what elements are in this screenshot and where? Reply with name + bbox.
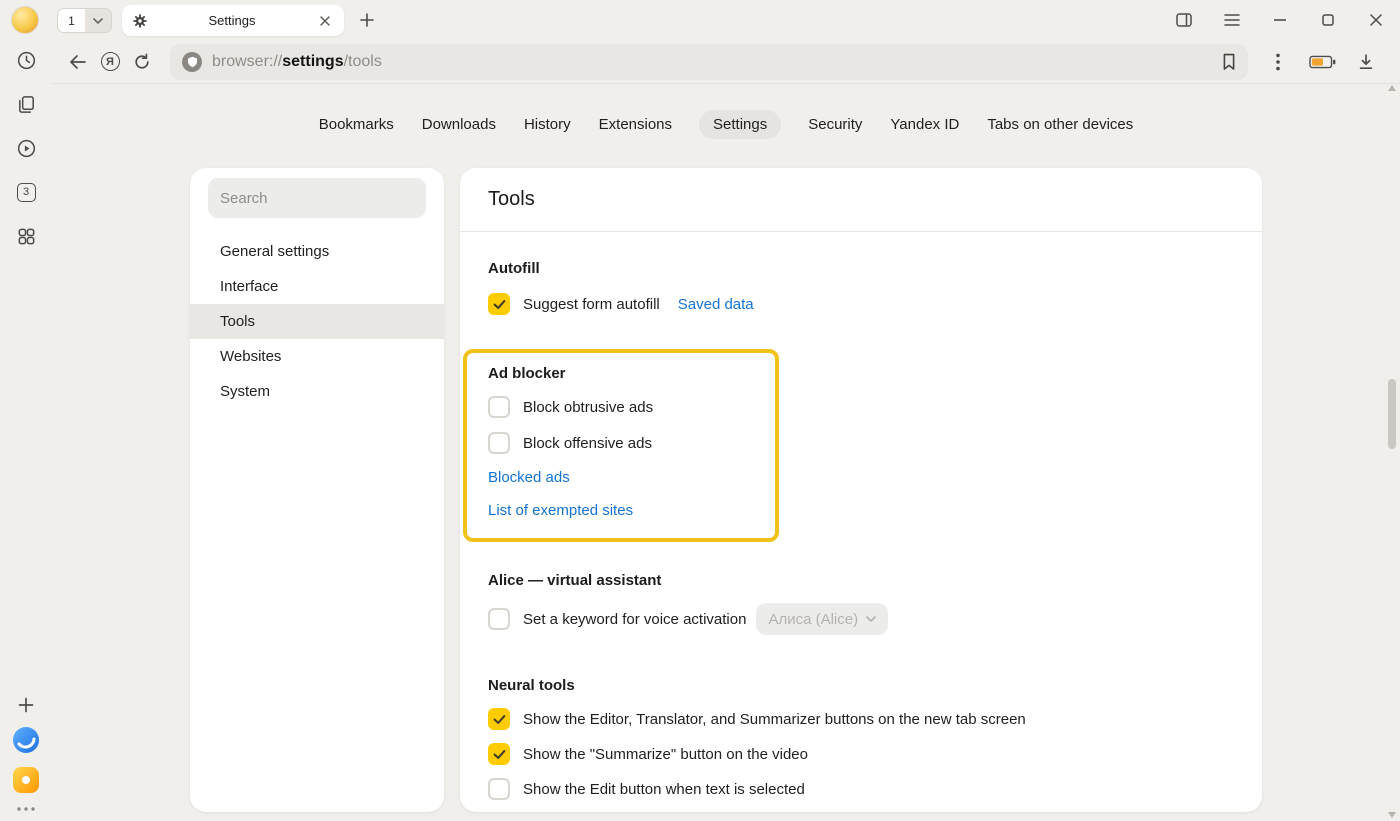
chevron-down-icon[interactable] [85,9,111,32]
new-tab-button[interactable] [356,9,378,31]
menu-item-websites[interactable]: Websites [190,339,444,374]
bookmark-icon[interactable] [1222,53,1236,71]
add-panel-icon[interactable] [18,697,34,713]
scrollbar [1387,85,1397,818]
neural-tools-heading: Neural tools [488,677,1234,694]
url-scheme: browser:// [212,53,282,70]
tab-title: Settings [148,13,316,28]
ad-blocker-row: Block obtrusive ads [488,396,755,418]
alice-avatar-icon[interactable] [11,6,39,34]
nav-bookmarks[interactable]: Bookmarks [318,110,395,139]
exempted-sites-link[interactable]: List of exempted sites [488,502,633,519]
browser-window: 1 Settings [0,0,1400,821]
checkbox-label: Block obtrusive ads [523,399,653,416]
checkbox-label: Show the "Summarize" button on the video [523,746,808,763]
titlebar: 1 Settings [0,0,1400,40]
settings-search[interactable] [208,178,426,218]
neural-row: Show the "Summarize" button on the video [488,743,1234,765]
tab-group-count[interactable]: 1 [58,9,85,32]
history-clock-icon[interactable] [12,48,40,72]
scroll-down-arrow[interactable] [1388,812,1396,818]
toolbar-right [1256,44,1388,80]
nav-downloads[interactable]: Downloads [421,110,497,139]
checkbox-summarize-video[interactable] [488,743,510,765]
battery-icon[interactable] [1300,44,1344,80]
nav-security[interactable]: Security [807,110,863,139]
alice-heading: Alice — virtual assistant [488,572,1234,589]
highlight-box: Ad blocker Block obtrusive ads Block off… [463,349,779,542]
menu-item-system[interactable]: System [190,374,444,409]
nav-history[interactable]: History [523,110,572,139]
protect-shield-icon[interactable] [182,52,202,72]
chevron-down-icon [866,616,876,622]
menu-item-tools[interactable]: Tools [190,304,444,339]
nav-tabs-other-devices[interactable]: Tabs on other devices [986,110,1134,139]
alice-keyword-dropdown[interactable]: Алиса (Alice) [756,603,888,635]
checkbox-label: Show the Edit button when text is select… [523,781,805,798]
side-panel-icon[interactable] [1160,0,1208,40]
autofill-heading: Autofill [488,260,1234,277]
autofill-row: Suggest form autofill Saved data [488,293,1234,315]
checkbox-suggest-form-autofill[interactable] [488,293,510,315]
blocked-ads-link[interactable]: Blocked ads [488,469,570,486]
menu-item-interface[interactable]: Interface [190,269,444,304]
checkbox-label: Set a keyword for voice activation [523,611,746,628]
neural-row: Show the Editor, Translator, and Summari… [488,708,1234,730]
url-path: /tools [344,53,382,70]
scroll-up-arrow[interactable] [1388,85,1396,91]
search-input[interactable] [220,190,414,207]
saved-data-link[interactable]: Saved data [678,296,754,313]
settings-content: Tools Autofill Suggest form autofill Sav… [460,168,1262,812]
neural-row: Show the Edit button when text is select… [488,778,1234,800]
yandex-services-icon[interactable]: Я [94,46,126,78]
checkbox-block-obtrusive-ads[interactable] [488,396,510,418]
tab-counter-badge[interactable]: 3 [12,180,40,204]
window-controls [1160,0,1400,40]
checkbox-voice-keyword[interactable] [488,608,510,630]
active-tab-settings[interactable]: Settings [122,5,344,36]
checkbox-label: Show the Editor, Translator, and Summari… [523,711,1026,728]
dropdown-value: Алиса (Alice) [768,611,858,628]
side-rail: 3 [0,40,52,821]
refresh-icon[interactable] [126,46,158,78]
close-icon[interactable] [1352,0,1400,40]
nav-settings[interactable]: Settings [699,110,781,139]
url-host: settings [282,53,343,70]
settings-menu: General settings Interface Tools Website… [190,234,444,409]
settings-top-nav: Bookmarks Downloads History Extensions S… [52,110,1400,139]
address-bar[interactable]: browser://settings/tools [170,44,1248,80]
browser-logo-icon[interactable] [13,727,39,753]
more-options-icon[interactable] [1256,44,1300,80]
settings-sidebar: General settings Interface Tools Website… [190,168,444,812]
alice-row: Set a keyword for voice activation Алиса… [488,603,1234,635]
url-text[interactable]: browser://settings/tools [212,53,1222,71]
menu-item-general-settings[interactable]: General settings [190,234,444,269]
checkbox-edit-button-text-selected[interactable] [488,778,510,800]
tab-group-button[interactable]: 1 [57,8,112,33]
ad-blocker-heading: Ad blocker [488,365,755,382]
media-play-icon[interactable] [12,136,40,160]
checkbox-label: Block offensive ads [523,435,652,452]
menu-icon[interactable] [1208,0,1256,40]
downloads-icon[interactable] [1344,44,1388,80]
nav-yandex-id[interactable]: Yandex ID [889,110,960,139]
checkbox-label: Suggest form autofill [523,296,660,313]
rail-more-icon[interactable] [17,807,35,811]
ad-blocker-row: Block offensive ads [488,432,755,454]
yandex-app-icon[interactable] [13,767,39,793]
collections-icon[interactable] [12,92,40,116]
checkbox-block-offensive-ads[interactable] [488,432,510,454]
scroll-thumb[interactable] [1388,379,1396,449]
apps-grid-icon[interactable] [12,224,40,248]
minimize-icon[interactable] [1256,0,1304,40]
tab-close-icon[interactable] [316,12,334,30]
maximize-icon[interactable] [1304,0,1352,40]
gear-icon [132,13,148,29]
checkbox-editor-translator-summarizer[interactable] [488,708,510,730]
page-title: Tools [460,168,1262,231]
back-icon[interactable] [62,46,94,78]
toolbar: Я browser://settings/tools [52,40,1400,84]
nav-extensions[interactable]: Extensions [598,110,673,139]
